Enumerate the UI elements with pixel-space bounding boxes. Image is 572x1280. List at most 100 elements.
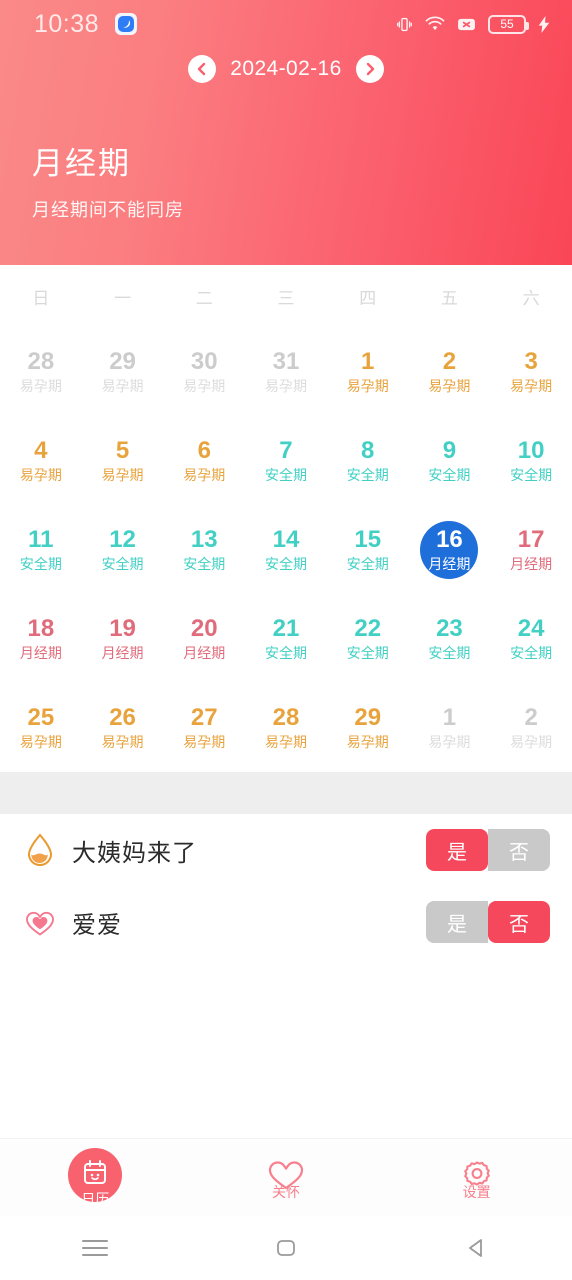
calendar-day-cell[interactable]: 23 安全期 bbox=[409, 594, 491, 683]
record-toggle-yes[interactable]: 是 bbox=[426, 901, 488, 943]
calendar-week-row: 4 易孕期 5 易孕期 6 易孕期 7 安全期 8 安全期 9 安全期 10 安全期 bbox=[0, 416, 572, 505]
calendar-day-cell[interactable]: 16 月经期 bbox=[409, 505, 491, 594]
calendar-day-cell[interactable]: 18 月经期 bbox=[0, 594, 82, 683]
calendar-day-cell[interactable]: 20 月经期 bbox=[163, 594, 245, 683]
calendar-day-cell[interactable]: 15 安全期 bbox=[327, 505, 409, 594]
tab-calendar[interactable]: 日历 bbox=[0, 1139, 191, 1217]
calendar-day-marker: 19 月经期 bbox=[94, 610, 152, 668]
calendar-day-phase-label: 安全期 bbox=[510, 644, 553, 661]
vibrate-icon bbox=[396, 16, 413, 33]
calendar-day-phase-label: 安全期 bbox=[428, 466, 471, 483]
calendar-day-cell[interactable]: 30 易孕期 bbox=[163, 327, 245, 416]
calendar-day-number: 10 bbox=[517, 437, 545, 465]
calendar-day-cell[interactable]: 2 易孕期 bbox=[490, 683, 572, 772]
calendar-day-phase-label: 安全期 bbox=[510, 466, 553, 483]
calendar-day-marker: 17 月经期 bbox=[502, 521, 560, 579]
home-icon[interactable] bbox=[191, 1235, 382, 1261]
calendar-day-phase-label: 安全期 bbox=[101, 555, 144, 572]
calendar-day-phase-label: 易孕期 bbox=[183, 466, 226, 483]
calendar-day-cell[interactable]: 4 易孕期 bbox=[0, 416, 82, 505]
record-toggle-yes[interactable]: 是 bbox=[426, 829, 488, 871]
calendar-weekday-header: 日一二三四五六 bbox=[0, 265, 572, 327]
back-icon[interactable] bbox=[381, 1235, 572, 1261]
no-sim-icon bbox=[457, 17, 476, 32]
calendar-day-cell[interactable]: 14 安全期 bbox=[245, 505, 327, 594]
calendar-day-number: 22 bbox=[354, 615, 382, 643]
calendar-day-phase-label: 易孕期 bbox=[346, 733, 389, 750]
calendar-day-number: 27 bbox=[190, 704, 218, 732]
tab-calendar-label: 日历 bbox=[81, 1190, 110, 1207]
calendar-day-marker: 29 易孕期 bbox=[339, 699, 397, 757]
calendar-day-cell[interactable]: 29 易孕期 bbox=[327, 683, 409, 772]
calendar-day-number: 15 bbox=[354, 526, 382, 554]
calendar-day-phase-label: 月经期 bbox=[183, 644, 226, 661]
recents-icon[interactable] bbox=[0, 1235, 191, 1261]
calendar-day-marker: 6 易孕期 bbox=[175, 432, 233, 490]
calendar-day-cell[interactable]: 1 易孕期 bbox=[327, 327, 409, 416]
calendar-day-cell[interactable]: 22 安全期 bbox=[327, 594, 409, 683]
calendar-day-phase-label: 安全期 bbox=[264, 555, 307, 572]
calendar-day-cell[interactable]: 28 易孕期 bbox=[245, 683, 327, 772]
record-toggle-no[interactable]: 否 bbox=[488, 901, 550, 943]
calendar-day-cell[interactable]: 12 安全期 bbox=[82, 505, 164, 594]
calendar-day-cell[interactable]: 21 安全期 bbox=[245, 594, 327, 683]
calendar-day-number: 25 bbox=[27, 704, 55, 732]
calendar-day-cell[interactable]: 9 安全期 bbox=[409, 416, 491, 505]
calendar-day-marker: 14 安全期 bbox=[257, 521, 315, 579]
record-label: 大姨妈来了 bbox=[72, 839, 197, 867]
calendar-day-number: 1 bbox=[442, 704, 457, 732]
calendar-day-phase-label: 安全期 bbox=[264, 644, 307, 661]
record-row: 大姨妈来了 是否 bbox=[0, 814, 572, 886]
calendar-day-cell[interactable]: 10 安全期 bbox=[490, 416, 572, 505]
calendar-day-cell[interactable]: 28 易孕期 bbox=[0, 327, 82, 416]
calendar-day-number: 24 bbox=[517, 615, 545, 643]
calendar-day-cell[interactable]: 19 月经期 bbox=[82, 594, 164, 683]
calendar-day-cell[interactable]: 5 易孕期 bbox=[82, 416, 164, 505]
calendar-day-marker: 5 易孕期 bbox=[94, 432, 152, 490]
calendar-day-marker: 26 易孕期 bbox=[94, 699, 152, 757]
calendar-day-marker: 12 安全期 bbox=[94, 521, 152, 579]
calendar-day-cell[interactable]: 11 安全期 bbox=[0, 505, 82, 594]
calendar-day-marker: 15 安全期 bbox=[339, 521, 397, 579]
calendar-day-cell[interactable]: 2 易孕期 bbox=[409, 327, 491, 416]
calendar-day-phase-label: 月经期 bbox=[510, 555, 553, 572]
charging-bolt-icon bbox=[538, 15, 550, 33]
calendar-day-number: 1 bbox=[361, 348, 375, 376]
calendar-day-cell[interactable]: 8 安全期 bbox=[327, 416, 409, 505]
double-heart-icon bbox=[18, 906, 62, 938]
calendar-day-number: 30 bbox=[190, 348, 218, 376]
calendar-day-number: 11 bbox=[28, 526, 54, 554]
calendar-day-number: 16 bbox=[436, 526, 463, 554]
tab-settings[interactable]: 设置 bbox=[381, 1139, 572, 1217]
calendar-day-cell[interactable]: 26 易孕期 bbox=[82, 683, 164, 772]
next-day-button[interactable] bbox=[355, 55, 384, 83]
calendar-day-cell[interactable]: 24 安全期 bbox=[490, 594, 572, 683]
calendar-week-row: 18 月经期 19 月经期 20 月经期 21 安全期 22 安全期 23 安全期 24 安全期 bbox=[0, 594, 572, 683]
calendar-day-cell[interactable]: 17 月经期 bbox=[490, 505, 572, 594]
bottom-tab-bar: 日历 关怀 设置 bbox=[0, 1138, 572, 1216]
calendar-day-number: 3 bbox=[524, 348, 538, 376]
calendar-day-marker: 29 易孕期 bbox=[94, 343, 152, 401]
record-toggle-no[interactable]: 否 bbox=[488, 829, 550, 871]
calendar-day-marker: 31 易孕期 bbox=[257, 343, 315, 401]
calendar-day-number: 23 bbox=[436, 615, 463, 643]
calendar-day-phase-label: 安全期 bbox=[346, 644, 389, 661]
calendar-day-phase-label: 易孕期 bbox=[101, 733, 144, 750]
calendar-day-cell[interactable]: 3 易孕期 bbox=[490, 327, 572, 416]
calendar-day-phase-label: 易孕期 bbox=[183, 733, 226, 750]
calendar-day-phase-label: 易孕期 bbox=[428, 733, 471, 750]
tab-care[interactable]: 关怀 bbox=[191, 1139, 382, 1217]
recents-bars bbox=[82, 1235, 109, 1261]
calendar-day-cell[interactable]: 1 易孕期 bbox=[409, 683, 491, 772]
prev-day-button[interactable] bbox=[188, 55, 217, 83]
calendar-day-cell[interactable]: 27 易孕期 bbox=[163, 683, 245, 772]
calendar-day-cell[interactable]: 6 易孕期 bbox=[163, 416, 245, 505]
calendar-day-phase-label: 易孕期 bbox=[19, 377, 62, 394]
calendar-day-cell[interactable]: 31 易孕期 bbox=[245, 327, 327, 416]
calendar-day-marker: 23 安全期 bbox=[420, 610, 478, 668]
calendar-day-cell[interactable]: 25 易孕期 bbox=[0, 683, 82, 772]
calendar-day-marker: 27 易孕期 bbox=[175, 699, 233, 757]
calendar-day-cell[interactable]: 29 易孕期 bbox=[82, 327, 164, 416]
calendar-day-cell[interactable]: 7 安全期 bbox=[245, 416, 327, 505]
calendar-day-cell[interactable]: 13 安全期 bbox=[163, 505, 245, 594]
